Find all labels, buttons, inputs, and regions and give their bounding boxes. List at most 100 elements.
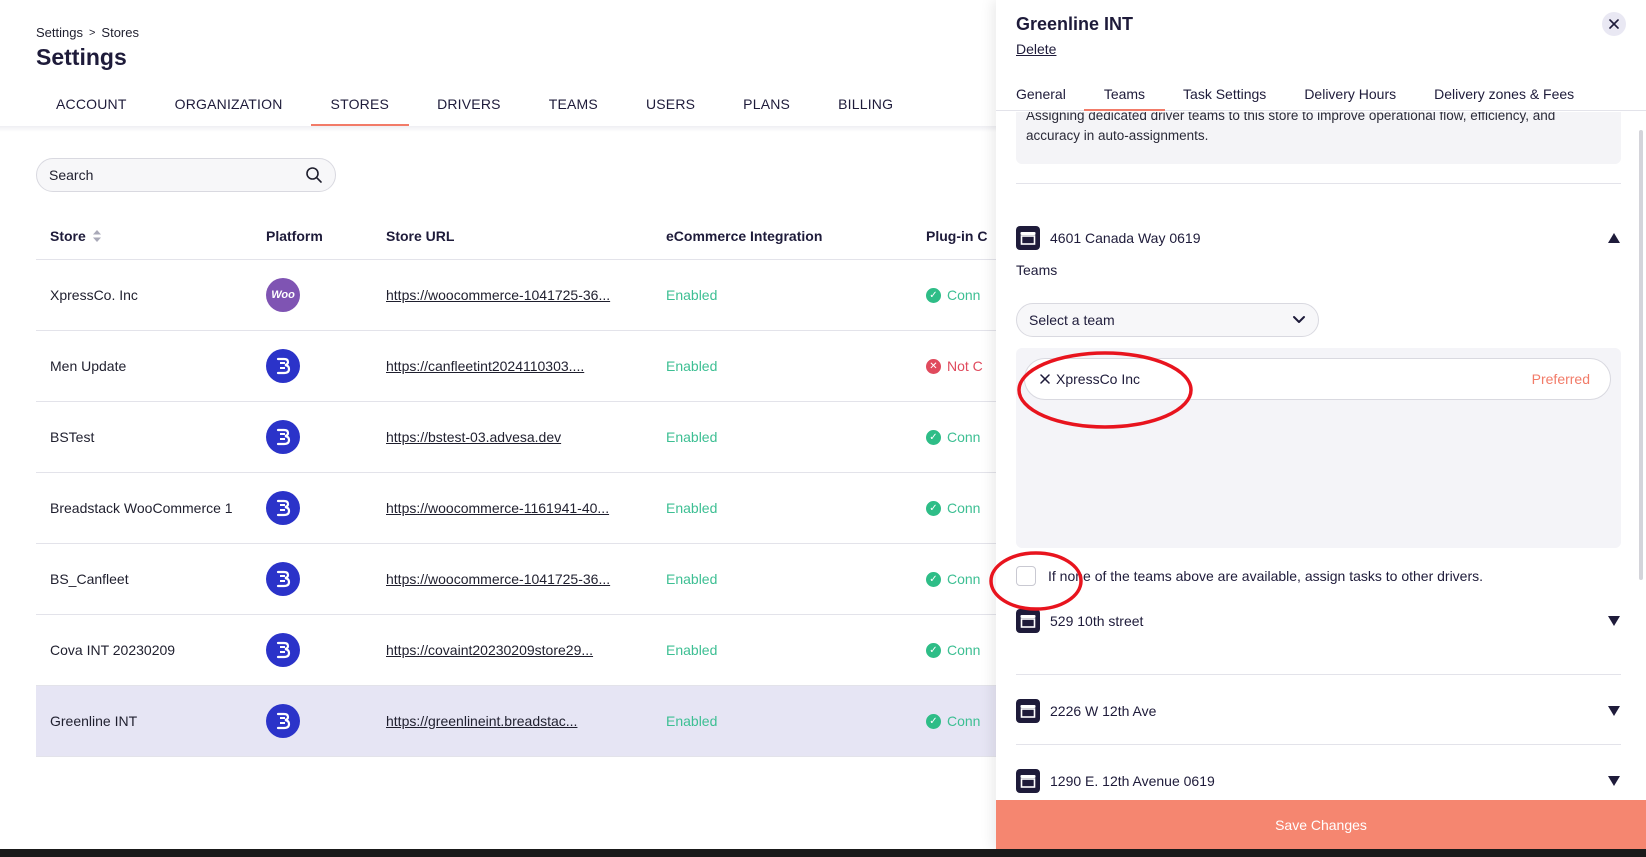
delete-link[interactable]: Delete	[1016, 41, 1056, 57]
store-url-link[interactable]: https://covaint20230209store29...	[386, 642, 626, 658]
drawer-tab-delivery-hours[interactable]: Delivery Hours	[1304, 78, 1396, 110]
store-name: BS_Canfleet	[50, 571, 129, 587]
fallback-checkbox[interactable]	[1016, 566, 1036, 586]
location-row[interactable]: 1290 E. 12th Avenue 0619	[1016, 766, 1621, 796]
breadstack-icon	[266, 562, 300, 596]
header-plugin: Plug-in C	[926, 227, 988, 244]
table-row[interactable]: Men Update https://canfleetint2024110303…	[36, 331, 1000, 402]
check-circle-icon: ✓	[926, 500, 941, 516]
store-url-link[interactable]: https://bstest-03.advesa.dev	[386, 429, 626, 445]
tab-teams[interactable]: TEAMS	[529, 86, 618, 126]
close-button[interactable]	[1602, 12, 1626, 36]
drawer-title: Greenline INT	[1016, 14, 1134, 34]
plugin-status-label: Conn	[947, 642, 981, 658]
team-select[interactable]: Select a team	[1016, 303, 1319, 337]
tab-drivers[interactable]: DRIVERS	[417, 86, 521, 126]
info-box: Assigning dedicated driver teams to this…	[1016, 112, 1621, 164]
plugin-status: ✓ Conn	[926, 429, 1000, 445]
settings-tabs: ACCOUNT ORGANIZATION STORES DRIVERS TEAM…	[36, 86, 921, 126]
store-name: Greenline INT	[50, 713, 138, 729]
woocommerce-icon: Woo	[266, 278, 300, 312]
store-url-link[interactable]: https://woocommerce-1041725-36...	[386, 571, 626, 587]
save-changes-button[interactable]: Save Changes	[996, 800, 1646, 849]
tab-account[interactable]: ACCOUNT	[36, 86, 147, 126]
tab-users[interactable]: USERS	[626, 86, 715, 126]
remove-team-icon[interactable]	[1039, 373, 1051, 385]
drawer-body: Assigning dedicated driver teams to this…	[996, 112, 1636, 802]
search-input[interactable]	[49, 167, 305, 183]
tab-plans[interactable]: PLANS	[723, 86, 810, 126]
check-circle-icon: ✓	[926, 642, 941, 658]
drawer-tab-delivery-zones[interactable]: Delivery zones & Fees	[1434, 78, 1574, 110]
drawer-tab-teams[interactable]: Teams	[1083, 78, 1166, 111]
plugin-status-label: Not C	[947, 358, 983, 374]
store-name: Men Update	[50, 358, 127, 374]
store-url-link[interactable]: https://woocommerce-1041725-36...	[386, 287, 626, 303]
caret-down-icon[interactable]	[1607, 705, 1621, 717]
table-row[interactable]: BSTest https://bstest-03.advesa.dev Enab…	[36, 402, 1000, 473]
team-pill: XpressCo Inc Preferred	[1024, 358, 1611, 400]
table-row[interactable]: XpressCo. Inc Woo https://woocommerce-10…	[36, 260, 1000, 331]
team-select-value: Select a team	[1029, 312, 1115, 328]
ecommerce-status: Enabled	[666, 571, 718, 587]
table-row[interactable]: BS_Canfleet https://woocommerce-1041725-…	[36, 544, 1000, 615]
search-box[interactable]	[36, 158, 336, 192]
breadcrumb-parent[interactable]: Settings	[36, 25, 83, 40]
tab-organization[interactable]: ORGANIZATION	[155, 86, 303, 126]
drawer-scrollbar-thumb[interactable]	[1639, 130, 1643, 580]
plugin-status-label: Conn	[947, 287, 981, 303]
plugin-status: ✓ Conn	[926, 713, 1000, 729]
store-drawer: Greenline INT Delete General Teams Task …	[996, 0, 1646, 849]
tab-stores[interactable]: STORES	[310, 86, 410, 126]
breadstack-icon	[266, 704, 300, 738]
plugin-status-label: Conn	[947, 713, 981, 729]
drawer-tab-general[interactable]: General	[1016, 78, 1066, 110]
location-row[interactable]: 529 10th street	[1016, 606, 1621, 636]
fallback-label: If none of the teams above are available…	[1048, 568, 1484, 584]
ecommerce-status: Enabled	[666, 287, 718, 303]
plugin-status: ✕ Not C	[926, 358, 1000, 374]
ecommerce-status: Enabled	[666, 642, 718, 658]
store-name: Cova INT 20230209	[50, 642, 176, 658]
chevron-down-icon	[1293, 316, 1305, 323]
drawer-tabs: General Teams Task Settings Delivery Hou…	[996, 78, 1646, 111]
error-circle-icon: ✕	[926, 358, 941, 374]
store-url-link[interactable]: https://woocommerce-1161941-40...	[386, 500, 626, 516]
caret-down-icon[interactable]	[1607, 775, 1621, 787]
section-divider	[1016, 744, 1621, 745]
caret-up-icon[interactable]	[1607, 232, 1621, 244]
store-url-link[interactable]: https://greenlineint.breadstac...	[386, 713, 626, 729]
page-title: Settings	[36, 44, 127, 70]
header-store[interactable]: Store	[36, 228, 266, 244]
caret-down-icon[interactable]	[1607, 615, 1621, 627]
tab-billing[interactable]: BILLING	[818, 86, 913, 126]
table-row-selected[interactable]: Greenline INT https://greenlineint.bread…	[36, 686, 1000, 757]
check-circle-icon: ✓	[926, 571, 941, 587]
breadcrumb: Settings > Stores	[36, 25, 139, 40]
breadcrumb-separator: >	[88, 26, 96, 39]
assigned-teams-area: XpressCo Inc Preferred	[1016, 348, 1621, 548]
store-icon	[1016, 769, 1040, 793]
plugin-status: ✓ Conn	[926, 642, 1000, 658]
section-divider	[1016, 183, 1621, 184]
plugin-status: ✓ Conn	[926, 500, 1000, 516]
search-icon[interactable]	[305, 166, 323, 184]
store-url-link[interactable]: https://canfleetint2024110303....	[386, 358, 626, 374]
location-row[interactable]: 2226 W 12th Ave	[1016, 696, 1621, 726]
drawer-tab-task-settings[interactable]: Task Settings	[1183, 78, 1266, 110]
section-divider	[1016, 674, 1621, 675]
table-row[interactable]: Breadstack WooCommerce 1 https://woocomm…	[36, 473, 1000, 544]
preferred-tag[interactable]: Preferred	[1532, 371, 1590, 387]
breadstack-icon	[266, 633, 300, 667]
check-circle-icon: ✓	[926, 287, 941, 303]
breadcrumb-current: Stores	[101, 25, 139, 40]
location-row-expanded[interactable]: 4601 Canada Way 0619	[1016, 223, 1621, 253]
settings-page: Settings > Stores Settings ACCOUNT ORGAN…	[0, 0, 1000, 857]
sort-icon[interactable]	[92, 229, 102, 243]
check-circle-icon: ✓	[926, 713, 941, 729]
header-ecommerce: eCommerce Integration	[666, 227, 823, 244]
plugin-status: ✓ Conn	[926, 571, 1000, 587]
store-icon	[1016, 699, 1040, 723]
close-icon	[1609, 19, 1619, 29]
table-row[interactable]: Cova INT 20230209 https://covaint2023020…	[36, 615, 1000, 686]
